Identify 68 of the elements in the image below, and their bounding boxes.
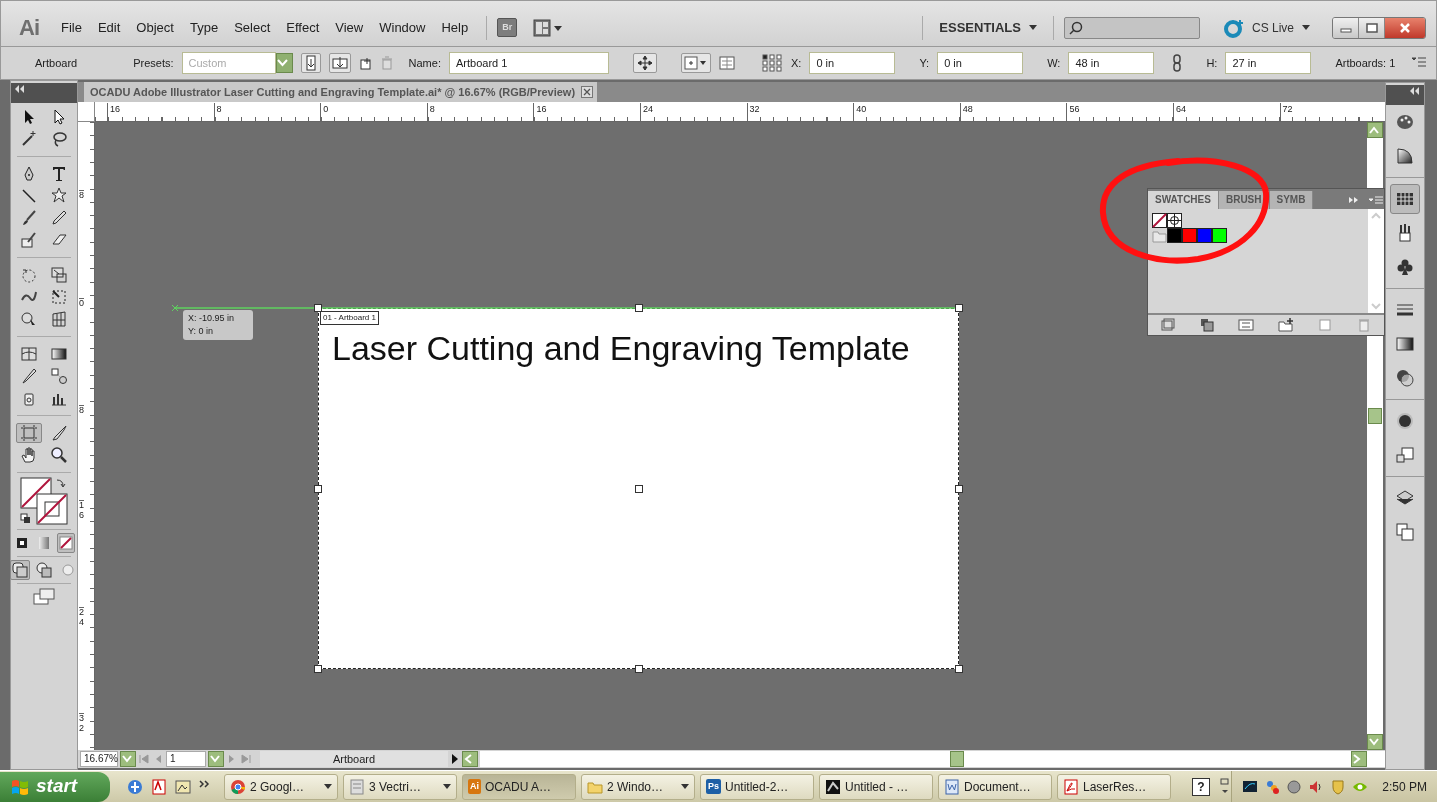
dimension-field[interactable]: 0 in <box>809 52 896 74</box>
ruler-number: 8 <box>79 405 84 416</box>
dimension-field[interactable]: 27 in <box>1225 52 1312 74</box>
clock-time: 2:50 PM <box>1382 778 1427 796</box>
menu-item[interactable]: Select <box>226 17 279 38</box>
taskbar-button[interactable]: 2 Windo… <box>581 773 695 800</box>
cs-live-menu[interactable]: CS Live <box>1245 17 1316 38</box>
help-icon[interactable]: ? <box>1192 777 1210 796</box>
ruler-number: 0 <box>79 298 84 309</box>
ruler-number: 8 <box>213 103 222 121</box>
mode-label: Artboard <box>35 55 78 71</box>
document-tab[interactable]: OCADU Adobe Illustrator Laser Cutting and Engraving Template.ai* @ 16.67% (RGB/Preview) <box>84 82 598 102</box>
name-field[interactable]: Artboard 1 <box>448 52 609 74</box>
taskbar-button[interactable]: Ps Untitled-2… <box>700 773 814 800</box>
ruler-number: 24 <box>79 607 84 628</box>
menu-item[interactable]: File <box>53 17 90 38</box>
ruler-number: 0 <box>320 103 329 121</box>
taskbar-button[interactable]: 3 Vectri… <box>343 773 457 800</box>
ruler-number: 64 <box>1173 103 1186 121</box>
ruler-number: 8 <box>426 103 435 121</box>
dimension-field[interactable]: 48 in <box>1068 52 1155 74</box>
presets-label: Presets: <box>133 55 174 71</box>
field-label: H: <box>1206 55 1218 71</box>
dimension-field[interactable]: 0 in <box>937 52 1024 74</box>
ruler-number: 24 <box>640 103 653 121</box>
ruler-number: 8 <box>79 190 84 201</box>
menu-item[interactable]: Object <box>128 17 182 38</box>
document-title: OCADU Adobe Illustrator Laser Cutting and Engraving Template.ai* @ 16.67% (RGB/Preview) <box>90 84 576 100</box>
field-label: Y: <box>919 55 930 71</box>
ruler-number: 40 <box>853 103 867 121</box>
taskbar-button[interactable]: Ai OCADU A… <box>462 773 576 800</box>
zoom-field[interactable]: 16.67% <box>80 751 118 767</box>
menu-item[interactable]: Help <box>433 17 477 38</box>
ruler-number: 32 <box>746 103 760 121</box>
ruler-number: 56 <box>1066 103 1080 121</box>
menu-item[interactable]: View <box>327 17 372 38</box>
ruler-number: 72 <box>1279 103 1293 121</box>
artboard[interactable]: 01 - Artboard 1 Laser Cutting and Engraving Template <box>318 308 959 669</box>
taskbar-button[interactable]: LaserRes… <box>1057 773 1171 800</box>
taskbar-button[interactable]: Document… <box>938 773 1052 800</box>
app-badge: Ai <box>468 778 481 795</box>
field-label: X: <box>790 55 802 71</box>
menu-item[interactable]: Type <box>181 17 227 38</box>
name-label: Name: <box>408 55 441 71</box>
artboard-name-label: 01 - Artboard 1 <box>320 311 379 325</box>
artboard-number-field[interactable]: 1 <box>166 751 206 767</box>
status-text: Artboard <box>260 750 448 768</box>
panel-tab[interactable]: SWATCHES <box>1148 191 1219 209</box>
start-button[interactable]: start <box>0 771 110 802</box>
workspace-switcher[interactable]: ESSENTIALS <box>933 16 1043 39</box>
menu-item[interactable]: Effect <box>278 17 328 38</box>
taskbar-button[interactable]: 2 Googl… <box>224 773 338 800</box>
app-logo: Ai <box>19 14 39 42</box>
tooltip-text: X: -10.95 in <box>188 312 236 325</box>
ruler-number: 16 <box>107 103 120 121</box>
artboard-heading: Laser Cutting and Engraving Template <box>332 328 910 369</box>
app-badge: Ps <box>706 778 721 795</box>
ruler-number: 32 <box>79 713 84 734</box>
ruler-number: 48 <box>959 103 973 121</box>
taskbar-button[interactable]: Untitled - … <box>819 773 933 800</box>
field-label: W: <box>1047 55 1061 71</box>
ruler-number: 16 <box>79 500 84 521</box>
ruler-number: 16 <box>533 103 547 121</box>
artboards-count: Artboards: 1 <box>1335 55 1396 71</box>
menu-item[interactable]: Window <box>371 17 434 38</box>
panel-tab[interactable]: SYMB <box>1269 191 1314 209</box>
tooltip-text: Y: 0 in <box>188 325 215 338</box>
menu-item[interactable]: Edit <box>89 17 129 38</box>
